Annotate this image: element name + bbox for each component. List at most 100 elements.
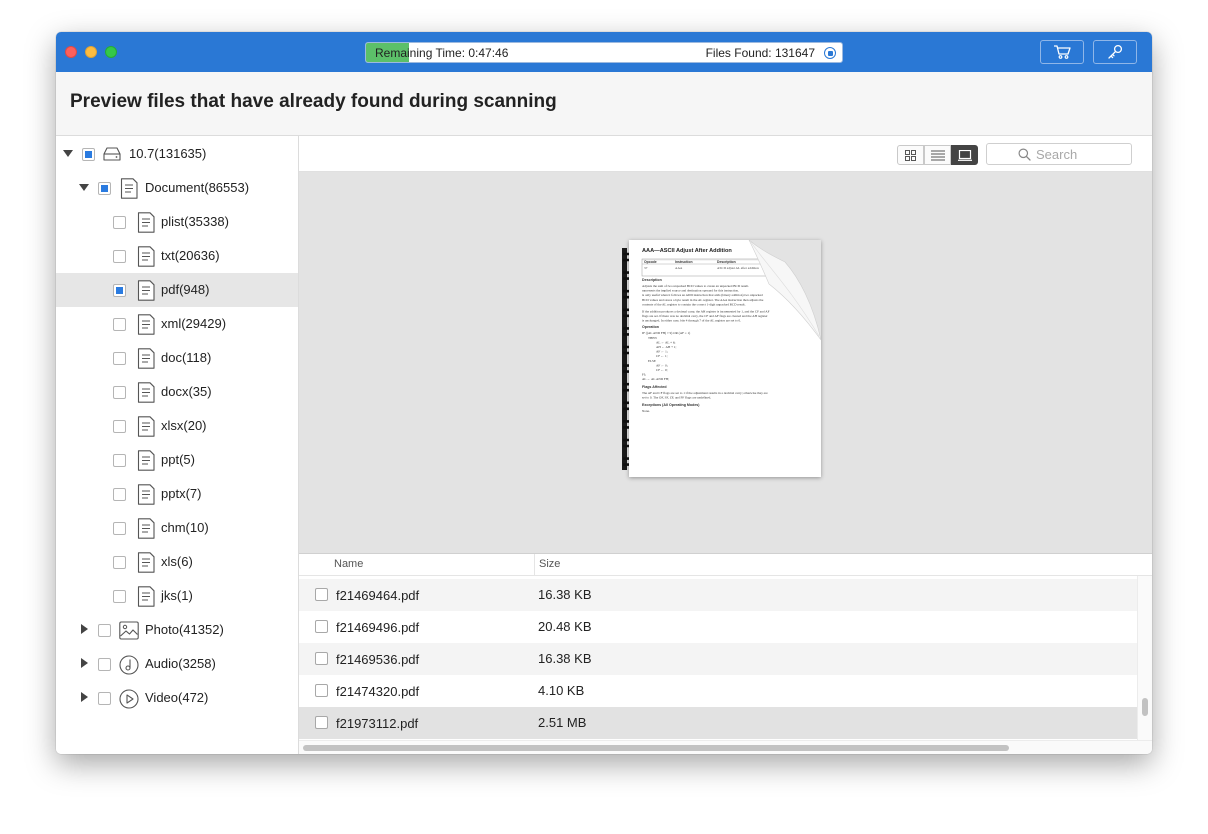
column-header-size[interactable]: Size <box>539 558 560 570</box>
expand-arrow-icon[interactable] <box>81 692 88 702</box>
pdf-code-line: IF ((AL AND FH) > 9) OR (AF = 1) <box>642 331 690 335</box>
tree-item-label: pptx(7) <box>161 486 202 501</box>
file-row[interactable]: f21474320.pdf 4.10 KB <box>299 675 1137 707</box>
file-row[interactable]: f21973112.pdf 2.51 MB <box>299 707 1137 739</box>
tree-item-label: txt(20636) <box>161 248 220 263</box>
tree-item-root-drive[interactable]: 10.7(131635) <box>56 137 298 171</box>
expand-arrow-icon[interactable] <box>81 658 88 668</box>
search-box[interactable] <box>986 143 1132 165</box>
tree-item-label: 10.7(131635) <box>129 146 207 161</box>
grid-view-button[interactable] <box>897 145 924 165</box>
tree-item-document[interactable]: Document(86553) <box>56 171 298 205</box>
file-name: f21474320.pdf <box>336 684 420 699</box>
title-bar: Remaining Time: 0:47:46 Files Found: 131… <box>56 32 1152 72</box>
file-icon <box>136 450 156 471</box>
drive-icon <box>102 144 122 165</box>
tree-item-audio[interactable]: Audio(3258) <box>56 647 298 681</box>
tree-checkbox[interactable] <box>113 556 126 569</box>
tree-item-jks[interactable]: jks(1) <box>56 579 298 613</box>
collapse-arrow-icon[interactable] <box>63 150 73 157</box>
search-input[interactable] <box>1036 146 1126 162</box>
tree-checkbox[interactable] <box>113 386 126 399</box>
tree-item-label: xml(29429) <box>161 316 227 331</box>
file-name: f21973112.pdf <box>336 716 419 731</box>
tree-item-xls[interactable]: xls(6) <box>56 545 298 579</box>
file-checkbox[interactable] <box>315 652 328 665</box>
key-icon <box>1108 44 1123 59</box>
tree-checkbox[interactable] <box>113 352 126 365</box>
collapse-arrow-icon[interactable] <box>79 184 89 191</box>
minimize-window-button[interactable] <box>85 46 97 58</box>
file-icon <box>136 382 156 403</box>
pdf-text-line: BCD values and stores a byte result in t… <box>642 298 764 302</box>
column-divider[interactable] <box>534 554 535 576</box>
horizontal-scroll-thumb[interactable] <box>303 745 1009 751</box>
file-icon <box>136 246 156 267</box>
tree-checkbox[interactable] <box>113 250 126 263</box>
stop-scan-icon[interactable] <box>824 47 836 59</box>
tree-item-docx[interactable]: docx(35) <box>56 375 298 409</box>
file-checkbox[interactable] <box>315 620 328 633</box>
expand-arrow-icon[interactable] <box>81 624 88 634</box>
pdf-text-line: None. <box>642 409 650 413</box>
pdf-code-line: FI; <box>642 373 646 377</box>
tree-checkbox[interactable] <box>98 658 111 671</box>
tree-checkbox[interactable] <box>113 590 126 603</box>
tree-checkbox[interactable] <box>113 454 126 467</box>
tree-checkbox[interactable] <box>82 148 95 161</box>
file-icon <box>136 348 156 369</box>
vertical-scroll-thumb[interactable] <box>1142 698 1148 716</box>
tree-checkbox[interactable] <box>113 216 126 229</box>
tree-checkbox[interactable] <box>113 420 126 433</box>
document-icon <box>119 178 139 199</box>
preview-view-icon <box>957 149 972 161</box>
tree-item-chm[interactable]: chm(10) <box>56 511 298 545</box>
file-checkbox[interactable] <box>315 684 328 697</box>
file-icon <box>136 416 156 437</box>
tree-checkbox[interactable] <box>98 624 111 637</box>
tree-checkbox[interactable] <box>113 318 126 331</box>
file-list-vertical-scrollbar[interactable] <box>1137 576 1152 740</box>
tree-checkbox[interactable] <box>98 182 111 195</box>
file-size: 16.38 KB <box>538 651 592 666</box>
tree-item-label: plist(35338) <box>161 214 229 229</box>
file-checkbox[interactable] <box>315 716 328 729</box>
tree-checkbox[interactable] <box>113 522 126 535</box>
list-view-button[interactable] <box>924 145 951 165</box>
file-checkbox[interactable] <box>315 588 328 601</box>
register-key-button[interactable] <box>1093 40 1137 64</box>
tree-item-pdf[interactable]: pdf(948) <box>56 273 298 307</box>
pdf-text-line: represents the implied source and destin… <box>642 289 739 293</box>
file-list-horizontal-scrollbar[interactable] <box>299 740 1152 754</box>
column-header-name[interactable]: Name <box>334 558 363 570</box>
tree-item-xml[interactable]: xml(29429) <box>56 307 298 341</box>
maximize-window-button[interactable] <box>105 46 117 58</box>
file-row[interactable]: f21469464.pdf 16.38 KB <box>299 579 1137 611</box>
tree-checkbox[interactable] <box>98 692 111 705</box>
pdf-code-line: CF ← 1; <box>656 354 668 358</box>
close-window-button[interactable] <box>65 46 77 58</box>
tree-item-txt[interactable]: txt(20636) <box>56 239 298 273</box>
tree-item-plist[interactable]: plist(35338) <box>56 205 298 239</box>
tree-item-photo[interactable]: Photo(41352) <box>56 613 298 647</box>
pdf-code-line: AF ← 0; <box>656 363 668 367</box>
file-icon <box>136 314 156 335</box>
tree-checkbox[interactable] <box>113 284 126 297</box>
pdf-preview-page: AAA—ASCII Adjust After Addition Opcode I… <box>629 240 821 477</box>
file-row[interactable]: f21469536.pdf 16.38 KB <box>299 643 1137 675</box>
tree-item-xlsx[interactable]: xlsx(20) <box>56 409 298 443</box>
tree-item-ppt[interactable]: ppt(5) <box>56 443 298 477</box>
tree-item-video[interactable]: Video(472) <box>56 681 298 715</box>
page-title: Preview files that have already found du… <box>70 91 557 112</box>
tree-checkbox[interactable] <box>113 488 126 501</box>
pdf-table-cell-opcode: 37 <box>644 266 648 270</box>
pdf-table-header-instruction: Instruction <box>675 260 693 264</box>
cart-button[interactable] <box>1040 40 1084 64</box>
file-row[interactable]: f21469496.pdf 20.48 KB <box>299 611 1137 643</box>
file-icon <box>136 484 156 505</box>
tree-item-pptx[interactable]: pptx(7) <box>56 477 298 511</box>
file-icon <box>136 586 156 607</box>
tree-item-doc[interactable]: doc(118) <box>56 341 298 375</box>
preview-view-button[interactable] <box>951 145 978 165</box>
file-name: f21469536.pdf <box>336 652 420 667</box>
